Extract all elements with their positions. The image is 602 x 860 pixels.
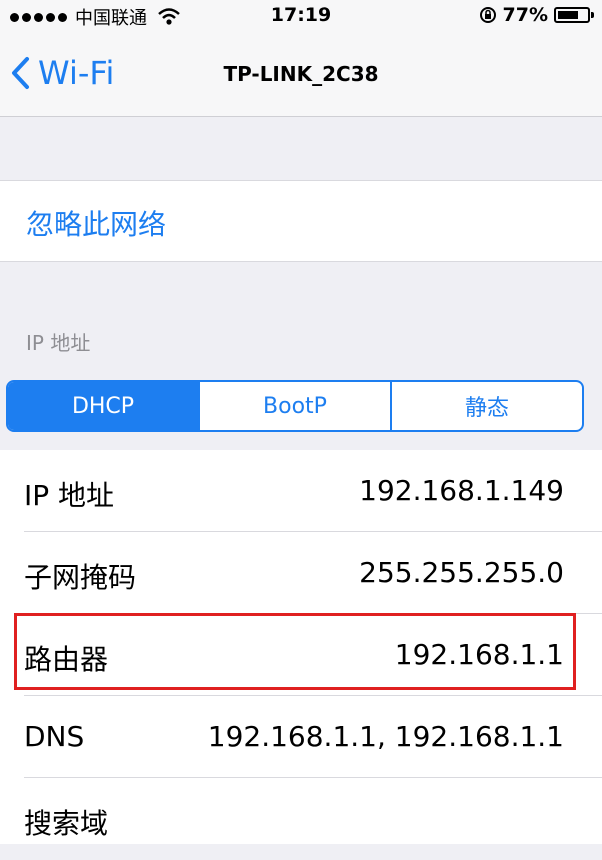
- page-title: TP-LINK_2C38: [223, 62, 379, 86]
- router-highlight-box: [14, 613, 576, 690]
- navigation-bar: Wi-Fi TP-LINK_2C38: [0, 34, 602, 117]
- forget-network-cell[interactable]: 忽略此网络: [0, 180, 602, 262]
- rotation-lock-icon: [479, 7, 496, 23]
- battery-icon: [554, 7, 594, 23]
- row-value: 192.168.1.149: [359, 474, 564, 507]
- row-label: 子网掩码: [24, 561, 137, 594]
- status-right: 77%: [479, 4, 594, 26]
- row-label: 搜索域: [24, 807, 109, 840]
- row-value: 192.168.1.1, 192.168.1.1: [207, 720, 564, 753]
- row-ip-address: IP 地址 192.168.1.149: [0, 450, 602, 532]
- ip-mode-segmented-control: DHCP BootP 静态: [6, 380, 584, 432]
- battery-fill: [558, 11, 578, 19]
- row-dns: DNS 192.168.1.1, 192.168.1.1: [0, 696, 602, 778]
- battery-tip: [591, 12, 594, 18]
- row-label: DNS: [24, 720, 85, 753]
- row-value: 255.255.255.0: [359, 556, 564, 589]
- row-search-domain: 搜索域: [0, 778, 602, 860]
- forget-network-button[interactable]: 忽略此网络: [26, 203, 166, 243]
- segment-bootp[interactable]: BootP: [198, 382, 390, 430]
- row-subnet-mask: 子网掩码 255.255.255.0: [0, 532, 602, 614]
- status-bar: 中国联通 17:19 77%: [0, 0, 602, 34]
- segment-static[interactable]: 静态: [390, 382, 582, 430]
- section-header-ip: IP 地址: [26, 331, 91, 355]
- segment-dhcp[interactable]: DHCP: [8, 382, 198, 430]
- row-label: IP 地址: [24, 479, 115, 512]
- battery-percent: 77%: [502, 4, 548, 26]
